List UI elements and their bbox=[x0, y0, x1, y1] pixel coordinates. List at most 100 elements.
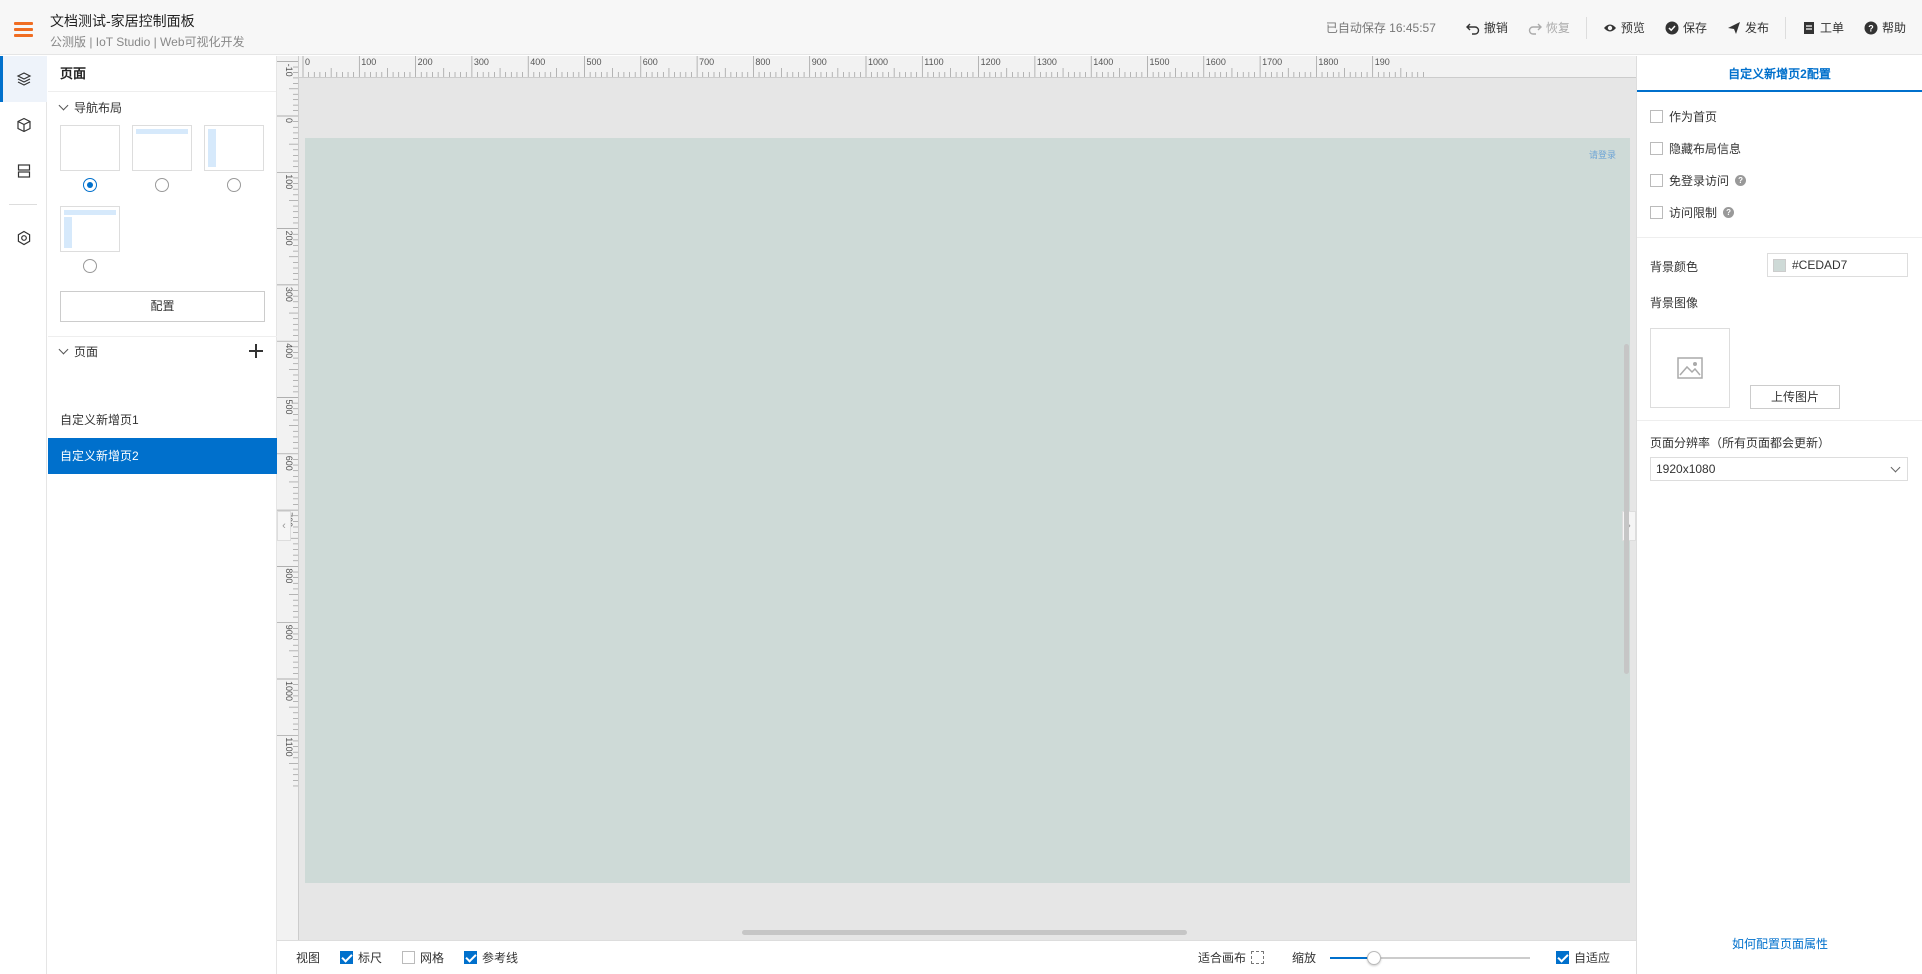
layout-side-nav-radio[interactable] bbox=[227, 178, 241, 192]
eye-icon bbox=[1603, 24, 1616, 31]
ruler-toggle[interactable]: 标尺 bbox=[340, 949, 382, 966]
header-divider bbox=[1784, 16, 1786, 39]
redo-button[interactable]: 恢复 bbox=[1518, 19, 1580, 36]
nav-layout-header[interactable]: 导航布局 bbox=[48, 92, 276, 122]
no-login-label: 免登录访问 bbox=[1669, 174, 1730, 188]
horizontal-scrollbar[interactable] bbox=[742, 930, 1187, 935]
bottom-toolbar: 视图 标尺 网格 参考线 适合画布 缩放 自适应 bbox=[277, 940, 1636, 974]
no-login-option[interactable]: 免登录访问 ? bbox=[1650, 172, 1747, 189]
as-home-checkbox[interactable] bbox=[1650, 110, 1663, 123]
zoom-slider[interactable] bbox=[1329, 950, 1530, 965]
ruler-label: 1700 bbox=[1262, 57, 1282, 67]
layout-blank-thumb[interactable] bbox=[60, 125, 120, 171]
access-limit-option[interactable]: 访问限制 ? bbox=[1650, 204, 1735, 221]
add-page-icon[interactable] bbox=[249, 344, 263, 358]
storage-icon bbox=[17, 164, 30, 178]
help-button[interactable]: ? 帮助 bbox=[1854, 19, 1916, 36]
ruler-label: 400 bbox=[530, 57, 545, 67]
ticket-label: 工单 bbox=[1819, 21, 1844, 35]
view-label: 视图 bbox=[296, 951, 321, 965]
ticket-button[interactable]: 工单 bbox=[1792, 19, 1854, 36]
question-icon[interactable]: ? bbox=[1735, 175, 1747, 186]
ruler-label: 1000 bbox=[284, 681, 294, 701]
help-config-link[interactable]: 如何配置页面属性 bbox=[1637, 935, 1922, 952]
ticket-icon bbox=[1803, 21, 1814, 34]
ruler-label: 标尺 bbox=[358, 951, 383, 965]
bg-image-label: 背景图像 bbox=[1650, 296, 1699, 310]
undo-button[interactable]: 撤销 bbox=[1456, 19, 1518, 36]
help-label: 帮助 bbox=[1881, 21, 1906, 35]
auto-fit-toggle[interactable]: 自适应 bbox=[1555, 949, 1610, 966]
save-button[interactable]: 保存 bbox=[1655, 19, 1717, 36]
section-divider bbox=[1637, 420, 1922, 421]
layout-side-nav-thumb[interactable] bbox=[204, 125, 264, 171]
page-list-item[interactable]: 自定义新增页1 bbox=[48, 402, 277, 438]
resolution-select[interactable]: 1920x1080 bbox=[1650, 457, 1908, 481]
zoom-slider-handle[interactable] bbox=[1366, 950, 1381, 965]
rail-pages[interactable] bbox=[0, 56, 47, 102]
fit-canvas-label: 适合画布 bbox=[1197, 951, 1246, 965]
upload-image-button[interactable]: 上传图片 bbox=[1750, 385, 1840, 409]
rail-settings[interactable] bbox=[0, 215, 47, 261]
ruler-label: -10 bbox=[284, 64, 294, 77]
pages-header[interactable]: 页面 bbox=[48, 336, 277, 366]
publish-button[interactable]: 发布 bbox=[1717, 19, 1779, 36]
auto-fit-checkbox[interactable] bbox=[1555, 951, 1569, 964]
as-home-option[interactable]: 作为首页 bbox=[1650, 108, 1717, 125]
guides-toggle[interactable]: 参考线 bbox=[464, 949, 518, 966]
ruler-label: 100 bbox=[284, 174, 294, 189]
autosave-status: 已自动保存 16:45:57 bbox=[1325, 21, 1436, 35]
question-icon[interactable]: ? bbox=[1723, 207, 1735, 218]
fit-canvas-button[interactable]: 适合画布 bbox=[1198, 949, 1264, 966]
collapse-left-icon[interactable]: ‹ bbox=[277, 511, 291, 541]
ruler-label: 1000 bbox=[868, 57, 888, 67]
ruler-label: 800 bbox=[755, 57, 770, 67]
left-panel: 页面 导航布局 配置 页面 自定义新增页1 自定义新增页2 bbox=[48, 56, 277, 974]
ruler-label: 1200 bbox=[981, 57, 1001, 67]
layout-config-button[interactable]: 配置 bbox=[60, 291, 265, 322]
bg-color-label: 背景颜色 bbox=[1650, 260, 1699, 274]
vertical-scrollbar[interactable] bbox=[1624, 344, 1629, 674]
page-config-tab[interactable]: 自定义新增页2配置 bbox=[1637, 56, 1922, 92]
menu-icon[interactable] bbox=[14, 22, 33, 37]
ruler-label: 0 bbox=[284, 118, 294, 123]
hide-layout-checkbox[interactable] bbox=[1650, 142, 1663, 155]
save-label: 保存 bbox=[1682, 21, 1707, 35]
canvas-area: 请登录 0 100 200 300 400 500 600 700 800 900 1000 1100… bbox=[277, 56, 1636, 940]
preview-button[interactable]: 预览 bbox=[1593, 19, 1655, 36]
login-link[interactable]: 请登录 bbox=[1589, 148, 1616, 161]
access-limit-checkbox[interactable] bbox=[1650, 206, 1663, 219]
page-list-item-selected[interactable]: 自定义新增页2 bbox=[48, 438, 277, 474]
app-subtitle: 公测版 | IoT Studio | Web可视化开发 bbox=[50, 35, 245, 49]
horizontal-ruler: 0 100 200 300 400 500 600 700 800 900 1000 1100 1200… bbox=[277, 56, 1636, 78]
grid-checkbox[interactable] bbox=[402, 951, 416, 964]
grid-label: 网格 bbox=[420, 951, 445, 965]
ruler-checkbox[interactable] bbox=[340, 951, 354, 964]
zoom-label: 缩放 bbox=[1291, 951, 1316, 965]
grid-toggle[interactable]: 网格 bbox=[402, 949, 444, 966]
layout-top-side-nav-thumb[interactable] bbox=[60, 206, 120, 252]
header-divider bbox=[1585, 16, 1587, 39]
check-circle-icon bbox=[1665, 21, 1679, 34]
layout-top-nav-thumb[interactable] bbox=[132, 125, 192, 171]
color-swatch[interactable] bbox=[1773, 258, 1786, 272]
ruler-label: 1800 bbox=[1318, 57, 1338, 67]
guides-checkbox[interactable] bbox=[464, 951, 478, 964]
bg-color-input[interactable]: #CEDAD7 bbox=[1767, 253, 1908, 277]
top-header: 文档测试-家居控制面板 公测版 | IoT Studio | Web可视化开发 … bbox=[0, 0, 1922, 55]
bg-image-preview[interactable] bbox=[1650, 328, 1730, 408]
layout-top-side-nav-radio[interactable] bbox=[83, 259, 97, 273]
layout-top-nav-radio[interactable] bbox=[155, 178, 169, 192]
page-canvas[interactable]: 请登录 bbox=[305, 138, 1630, 883]
no-login-checkbox[interactable] bbox=[1650, 174, 1663, 187]
ruler-label: 700 bbox=[699, 57, 714, 67]
ruler-label: 900 bbox=[284, 625, 294, 640]
layout-blank-radio[interactable] bbox=[83, 178, 97, 192]
app-title: 文档测试-家居控制面板 bbox=[50, 13, 195, 29]
rail-components[interactable] bbox=[0, 102, 47, 148]
rail-data[interactable] bbox=[0, 148, 47, 194]
auto-fit-label: 自适应 bbox=[1573, 951, 1610, 965]
hide-layout-option[interactable]: 隐藏布局信息 bbox=[1650, 140, 1741, 157]
ruler-label: 1500 bbox=[1150, 57, 1170, 67]
fit-canvas-icon bbox=[1250, 951, 1264, 964]
